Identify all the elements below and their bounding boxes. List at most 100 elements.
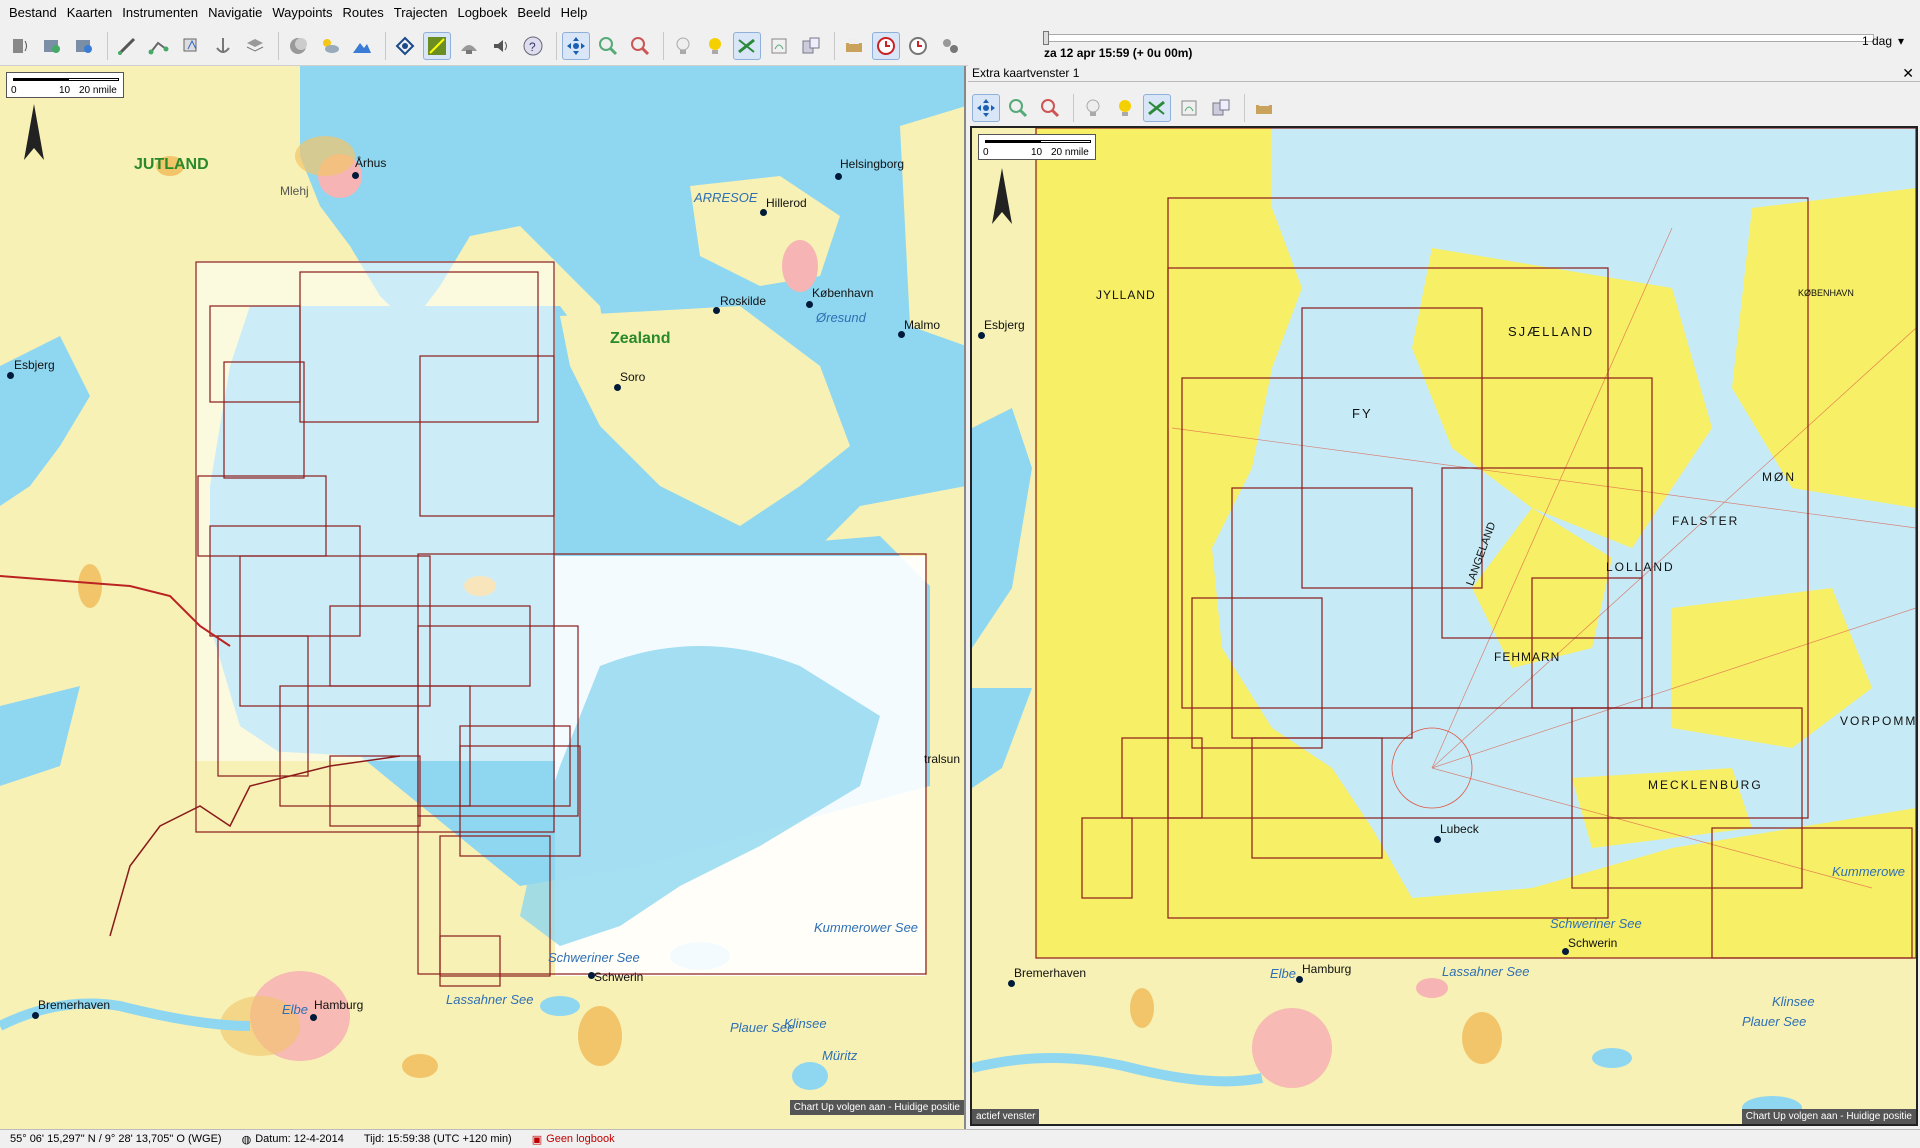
toolbar-separator (663, 31, 664, 60)
status-bar: 55° 06' 15,297" N / 9° 28' 13,705" O (WG… (0, 1129, 1920, 1148)
city-label: Esbjerg (14, 358, 55, 372)
zoom-in-icon[interactable] (1004, 94, 1032, 122)
main-chart-view[interactable]: 0 10 20 nmile JUTLAND Zealand Århus Mleh… (0, 66, 966, 1129)
follow-icon[interactable] (1143, 94, 1171, 122)
light-on-icon[interactable] (701, 32, 729, 60)
scale-label: 10 (59, 85, 71, 96)
track-icon[interactable] (423, 31, 451, 60)
waypoint-icon[interactable] (177, 32, 205, 60)
time-slider[interactable] (1043, 31, 1874, 45)
zoom-out-icon[interactable] (626, 32, 654, 60)
city-label: København (812, 286, 874, 300)
lake-label: Klinsee (1772, 994, 1815, 1009)
help-icon[interactable]: ? (519, 32, 547, 60)
weather-icon[interactable] (316, 32, 344, 60)
rotate-icon[interactable] (765, 32, 793, 60)
city-label: tralsun (924, 752, 961, 766)
menu-kaarten[interactable]: Kaarten (62, 0, 118, 26)
anchor-icon[interactable] (209, 32, 237, 60)
menu-bestand[interactable]: Bestand (4, 0, 62, 26)
city-label: Bremerhaven (1014, 966, 1087, 980)
windows-icon[interactable] (1207, 94, 1235, 122)
menu-beeld[interactable]: Beeld (512, 0, 555, 26)
alarm-icon[interactable] (904, 32, 932, 60)
river-label: Elbe (282, 1002, 309, 1017)
city-marker (1296, 976, 1303, 983)
city-marker (32, 1012, 39, 1019)
route-icon[interactable] (145, 32, 173, 60)
lake-label: Lassahner See (446, 992, 534, 1007)
time-label: za 12 apr 15:59 (+ 0u 00m) (1044, 46, 1193, 60)
extra-chart-view[interactable]: 0 10 20 nmile JYLLAND SJÆLLAND FY LANGEL… (970, 126, 1918, 1126)
menu-instrumenten[interactable]: Instrumenten (117, 0, 203, 26)
menu-help[interactable]: Help (556, 0, 593, 26)
time-controls: za 12 apr 15:59 (+ 0u 00m) (1043, 30, 1874, 64)
city-marker (806, 301, 813, 308)
settings-icon[interactable] (936, 32, 964, 60)
scale-bar: 0 10 20 nmile (6, 72, 124, 98)
toolbar-separator (556, 31, 557, 60)
date-text: Datum: 12-4-2014 (255, 1133, 344, 1145)
scale-label: 10 (1031, 147, 1043, 158)
menu-trajecten[interactable]: Trajecten (389, 0, 453, 26)
terrain-icon[interactable] (348, 32, 376, 60)
rotate-icon[interactable] (1175, 94, 1203, 122)
instrument2-icon[interactable] (70, 32, 98, 60)
toolbar-separator (278, 31, 279, 60)
scale-label: 0 (11, 85, 17, 96)
duration-value: 1 dag (1862, 34, 1893, 48)
close-icon[interactable]: ✕ (1902, 64, 1914, 82)
lake-label: Kummerowe (1832, 864, 1905, 879)
menu-navigatie[interactable]: Navigatie (203, 0, 267, 26)
city-label: Schwerin (1568, 936, 1618, 950)
map-status: Chart Up volgen aan - Huidige positie (1741, 1109, 1916, 1124)
lake-label: Müritz (822, 1048, 858, 1063)
print-icon[interactable] (1250, 94, 1278, 122)
print-icon[interactable] (840, 32, 868, 60)
lake-label: Schweriner See (548, 950, 640, 965)
time-slider-knob[interactable] (1043, 31, 1049, 45)
pan-icon[interactable] (562, 31, 590, 60)
svg-text:?: ? (529, 40, 536, 54)
follow-icon[interactable] (733, 31, 761, 60)
city-label: Roskilde (720, 294, 767, 308)
menu-logboek[interactable]: Logboek (452, 0, 512, 26)
clock-icon[interactable] (872, 31, 900, 60)
lake-label: Klinsee (784, 1016, 827, 1031)
grid-icon[interactable] (455, 32, 483, 60)
logbook-status[interactable]: ▣ Geen logbook (522, 1133, 625, 1146)
north-arrow-icon (992, 168, 1012, 224)
main-chart-canvas[interactable] (0, 66, 966, 1129)
logbook-icon: ▣ (531, 1133, 543, 1146)
chart-icon[interactable] (241, 32, 269, 60)
river-label: Elbe (1270, 966, 1297, 981)
layers-icon[interactable] (391, 32, 419, 60)
region-label: SJÆLLAND (1508, 324, 1595, 339)
city-marker (310, 1014, 317, 1021)
light-on-icon[interactable] (1111, 94, 1139, 122)
light-off-icon[interactable] (1079, 94, 1107, 122)
duration-select[interactable]: 1 dag ▾ (1862, 34, 1904, 48)
instrument-icon[interactable] (38, 32, 66, 60)
pan-icon[interactable] (972, 94, 1000, 122)
measure-icon[interactable] (113, 32, 141, 60)
time-readout: Tijd: 15:59:38 (UTC +120 min) (363, 1133, 512, 1145)
region-label: JYLLAND (1096, 288, 1156, 302)
city-marker (760, 209, 767, 216)
windows-icon[interactable] (797, 32, 825, 60)
moon-icon[interactable] (284, 32, 312, 60)
scale-bar: 0 10 20 nmile (978, 134, 1096, 160)
lake-label: Kummerower See (814, 920, 919, 935)
menu-waypoints[interactable]: Waypoints (267, 0, 337, 26)
sound-icon[interactable] (487, 32, 515, 60)
gps-icon[interactable] (6, 32, 34, 60)
menu-routes[interactable]: Routes (338, 0, 389, 26)
date-readout: ◍ Datum: 12-4-2014 (232, 1133, 354, 1146)
city-marker (713, 307, 720, 314)
zoom-out-icon[interactable] (1036, 94, 1064, 122)
zoom-in-icon[interactable] (594, 32, 622, 60)
city-label: Schwerin (594, 970, 644, 984)
city-label: Hamburg (314, 998, 364, 1012)
light-off-icon[interactable] (669, 32, 697, 60)
city-label: Mlehj (280, 184, 309, 198)
